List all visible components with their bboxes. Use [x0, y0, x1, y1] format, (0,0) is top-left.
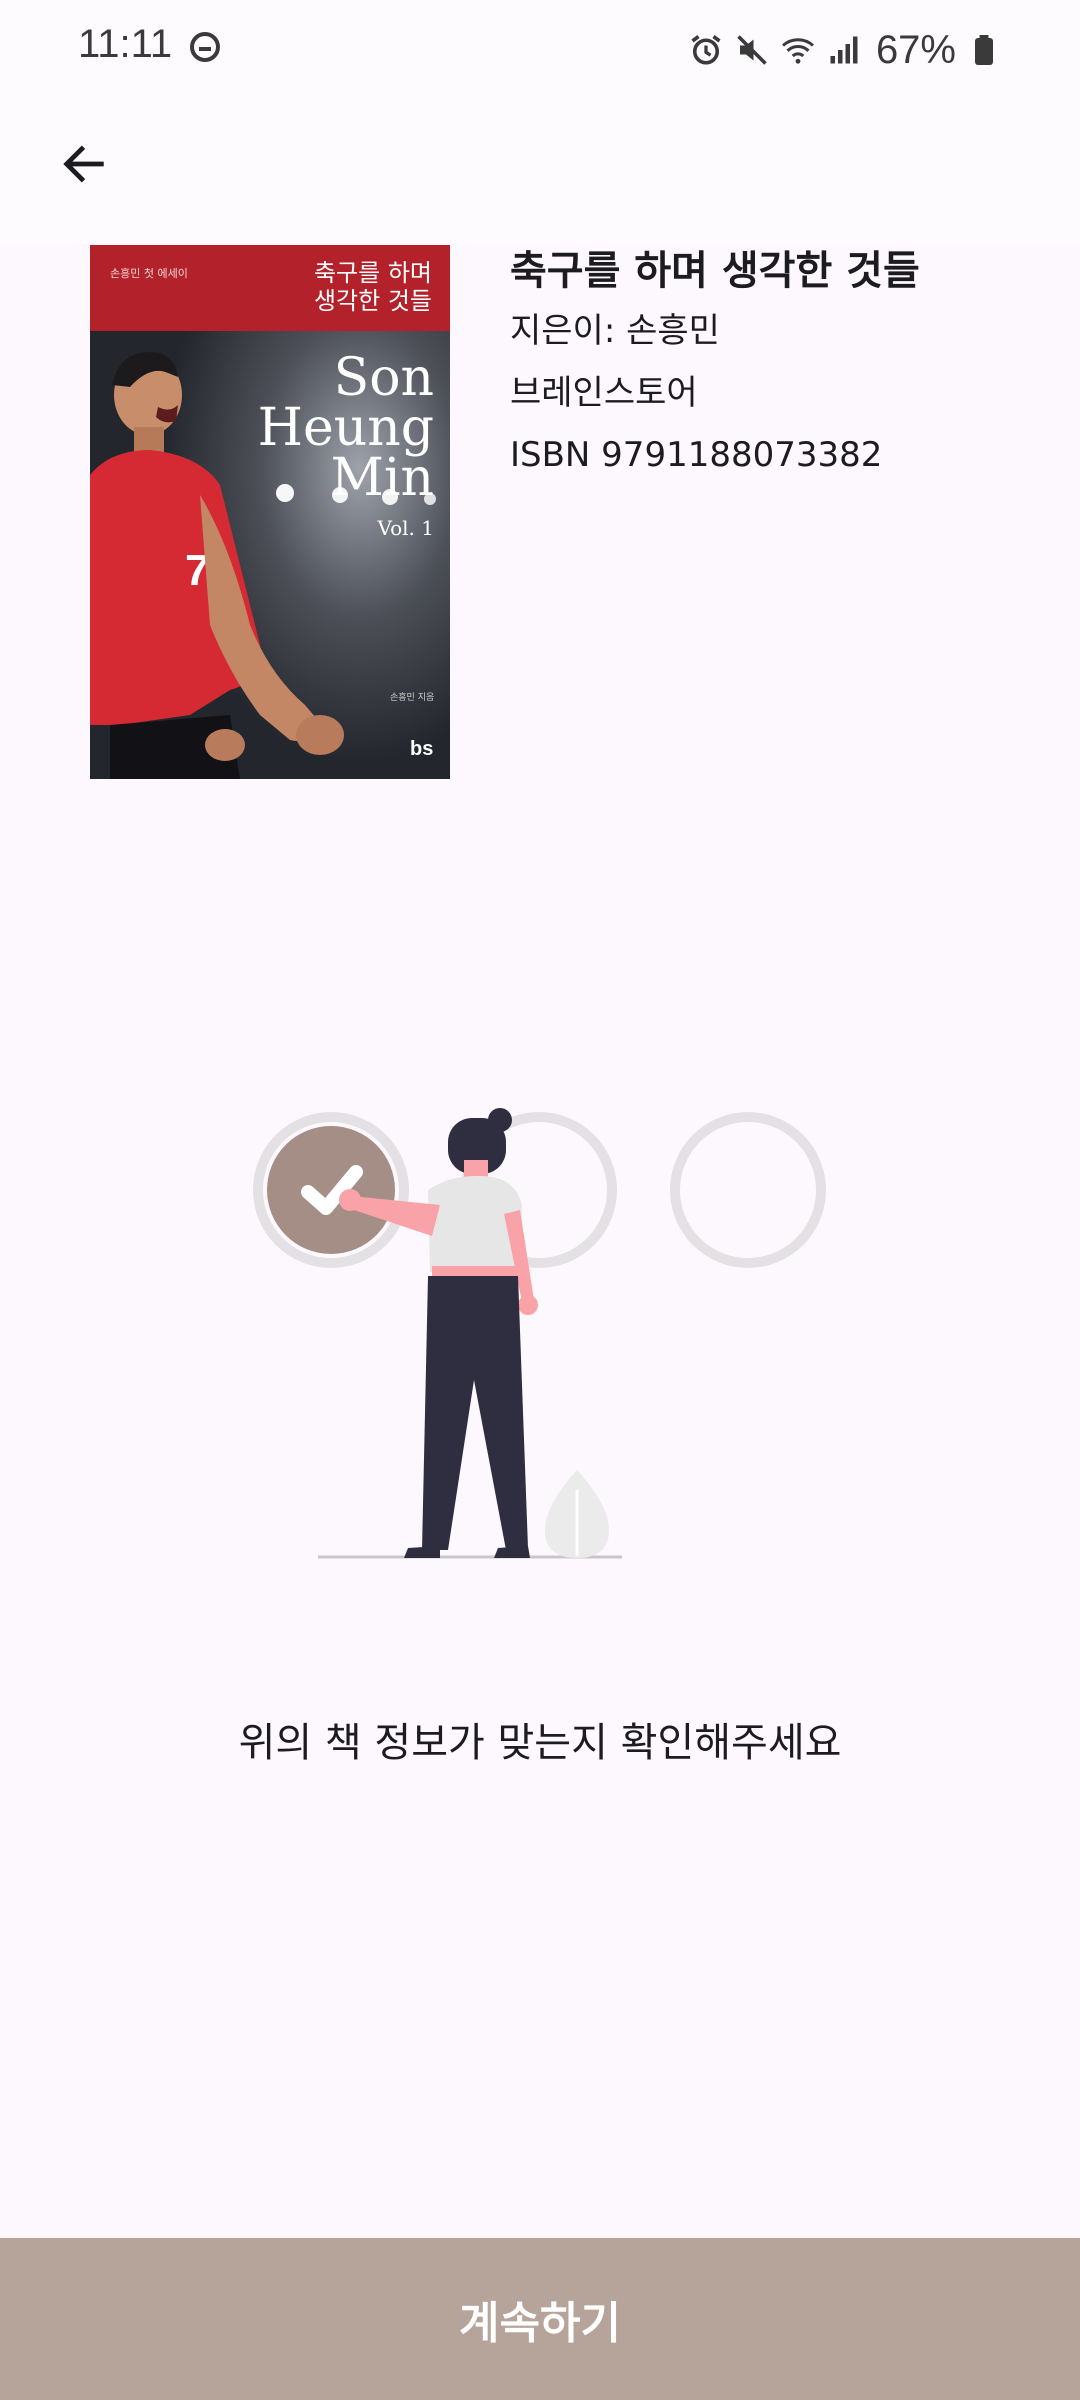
status-icons: 67%	[688, 22, 1002, 78]
battery-percent: 67%	[875, 27, 956, 72]
cover-small-credit: 손흥민 지음	[390, 691, 434, 703]
book-publisher: 브레인스토어	[510, 373, 698, 413]
app-bar	[0, 100, 1080, 244]
mute-icon	[737, 35, 767, 65]
book-cover-art: 7 손흥민 지음 bs 손흥민 첫 에세이 축구를 하며 생각한 것들 Son …	[90, 245, 450, 779]
continue-button[interactable]: 계속하기	[0, 2238, 1080, 2400]
signal-icon	[830, 36, 858, 64]
cover-korean-title-line2: 생각한 것들	[314, 287, 432, 315]
continue-button-label: 계속하기	[459, 2298, 621, 2349]
back-button[interactable]	[40, 120, 128, 208]
wifi-icon	[781, 38, 814, 64]
confirm-prompt: 위의 책 정보가 맞는지 확인해주세요	[238, 1720, 842, 1766]
arrow-back-icon	[63, 145, 104, 183]
confirm-illustration	[253, 1108, 826, 1559]
book-author: 지은이: 손흥민	[510, 311, 720, 351]
book-title: 축구를 하며 생각한 것들	[510, 248, 920, 294]
cover-volume: Vol. 1	[377, 516, 434, 540]
cover-english-title-line3: Min	[331, 448, 434, 508]
book-info: 축구를 하며 생각한 것들 지은이: 손흥민 브레인스토어 ISBN 97911…	[510, 245, 1050, 475]
book-cover-image: 7 손흥민 지음 bs 손흥민 첫 에세이 축구를 하며 생각한 것들 Son …	[90, 245, 450, 779]
book-isbn: ISBN 9791188073382	[510, 435, 883, 475]
do-not-disturb-icon	[190, 32, 220, 62]
cover-korean-title-line1: 축구를 하며	[314, 259, 432, 287]
battery-icon	[975, 35, 993, 65]
status-time: 11:11	[78, 22, 173, 66]
cover-series-label: 손흥민 첫 에세이	[110, 266, 188, 280]
ring-3	[670, 1112, 826, 1268]
publisher-logo: bs	[410, 738, 433, 760]
selected-circle	[267, 1126, 395, 1254]
alarm-icon	[691, 35, 721, 65]
status-bar: 11:11 67%	[0, 0, 1080, 100]
